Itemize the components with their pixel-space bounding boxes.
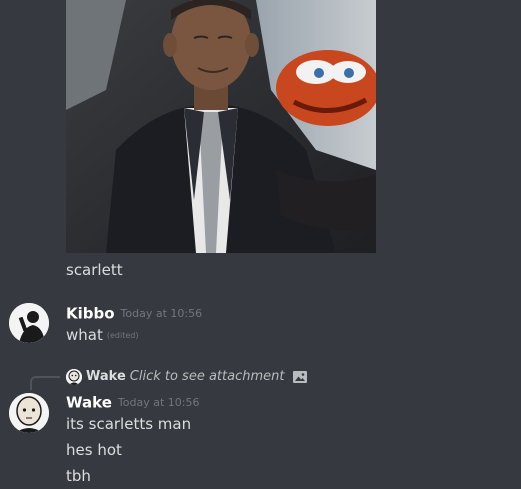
timestamp-kibbo: Today at 10:56 xyxy=(120,306,203,320)
message-header-wake: Wake Today at 10:56 xyxy=(66,392,199,412)
message-line: tbh xyxy=(66,467,91,485)
message-text-kibbo: what (edited) xyxy=(66,325,138,346)
edited-label: (edited) xyxy=(106,330,139,340)
message-line: hes hot xyxy=(66,441,122,459)
reply-attachment-link[interactable]: Click to see attachment xyxy=(130,369,285,384)
username-wake[interactable]: Wake xyxy=(66,394,112,412)
reply-reference[interactable]: Wake Click to see attachment xyxy=(66,367,308,387)
reply-spine xyxy=(30,376,60,390)
reply-avatar-picture xyxy=(66,369,82,385)
avatar-wake-picture xyxy=(9,393,49,433)
image-attachment[interactable] xyxy=(66,0,376,253)
avatar-wake[interactable] xyxy=(9,393,49,433)
username-kibbo[interactable]: Kibbo xyxy=(66,305,115,323)
timestamp-wake: Today at 10:56 xyxy=(117,395,200,409)
reply-avatar xyxy=(66,369,82,385)
message-kibbo-content: what xyxy=(66,326,103,344)
avatar-kibbo-picture xyxy=(9,303,49,343)
message-text-caption: scarlett xyxy=(66,261,123,279)
avatar-kibbo[interactable] xyxy=(9,303,49,343)
reply-username[interactable]: Wake xyxy=(86,369,126,384)
image-icon xyxy=(292,369,308,385)
message-line: its scarletts man xyxy=(66,415,192,433)
message-header-kibbo: Kibbo Today at 10:56 xyxy=(66,303,202,323)
attachment-picture xyxy=(66,0,376,253)
chat-view: scarlett Kibbo Today at 10:56 what (edited… xyxy=(0,0,521,489)
